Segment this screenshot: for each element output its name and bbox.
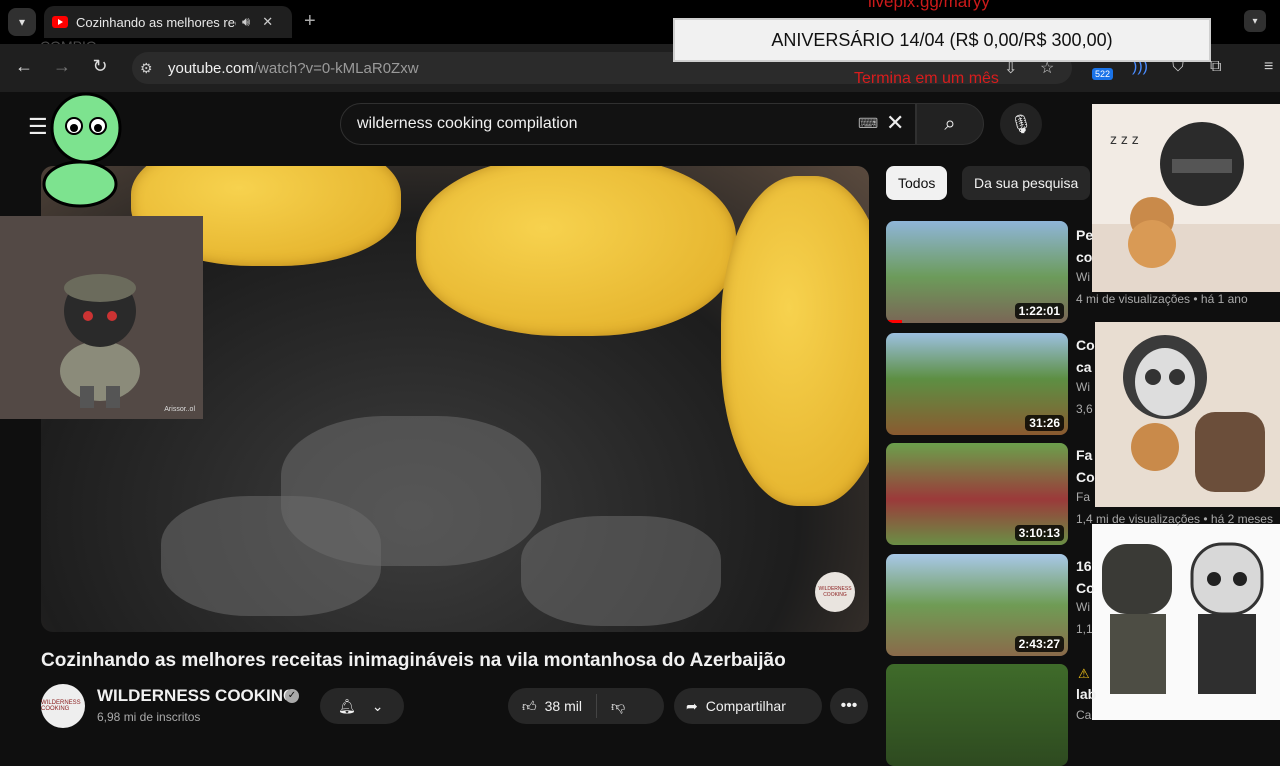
voice-search-button[interactable]: 🎙︎: [1000, 103, 1042, 145]
tab-title: Cozinhando as melhores receitas inimagin…: [76, 14, 236, 30]
rec-channel: Fa: [1076, 490, 1091, 504]
sticker-soldier-sad: Arissor..ol: [0, 216, 203, 419]
dislike-button[interactable]: 👎︎: [597, 698, 639, 715]
rec-title[interactable]: 16 Co: [1076, 555, 1095, 599]
puzzle-icon[interactable]: ⧉: [1210, 58, 1221, 76]
video-duration: 2:43:27: [1014, 636, 1064, 652]
video-duration: 1:22:01: [1014, 303, 1064, 319]
search-icon: ⌕: [944, 112, 956, 135]
sticker-sleeping-soldier: z z z: [1092, 104, 1280, 292]
overlay-ends-text: Termina em um mês: [854, 70, 999, 87]
share-button[interactable]: ➦ Compartilhar: [674, 688, 822, 724]
sticker-green-creature: [40, 88, 130, 210]
video-title: Cozinhando as melhores receitas inimagin…: [41, 650, 786, 671]
share-label: Compartilhar: [705, 698, 786, 714]
green-creature-icon: [42, 92, 122, 208]
rec-channel: Wi: [1076, 600, 1090, 614]
rec-meta: 3,6: [1076, 402, 1093, 416]
sleeping-ghost-icon: [1095, 322, 1280, 507]
chip-from-search[interactable]: Da sua pesquisa: [962, 166, 1091, 200]
close-tab-icon[interactable]: ✕: [262, 14, 273, 30]
warning-icon: ⚠: [1078, 666, 1090, 681]
tab-search-button[interactable]: ▾: [8, 8, 36, 36]
rec-thumbnail[interactable]: 3:10:13: [886, 443, 1068, 545]
notification-subscription-button[interactable]: 🔔︎ ⌄: [320, 688, 404, 724]
sticker-signature: Arissor..ol: [164, 406, 195, 413]
rec-meta: 1,1: [1076, 622, 1093, 636]
rec-title[interactable]: Pe co: [1076, 224, 1093, 268]
subscriber-count: 6,98 mi de inscritos: [97, 710, 201, 724]
search-query: wilderness cooking compilation: [357, 115, 578, 132]
bread-shape: [416, 166, 736, 336]
back-button[interactable]: ←: [12, 56, 36, 77]
channel-avatar-text: WILDERNESS COOKING: [41, 700, 81, 712]
bell-icon: 🔔︎: [338, 697, 356, 714]
site-info-icon[interactable]: ⚙: [140, 60, 162, 77]
rec-title[interactable]: Fa Co: [1076, 444, 1095, 488]
youtube-favicon-icon: [52, 16, 68, 28]
ash-pile: [161, 496, 381, 616]
ash-pile: [521, 516, 721, 626]
sleeping-soldier-icon: z z z: [1092, 122, 1280, 292]
channel-name[interactable]: WILDERNESS COOKING: [97, 686, 296, 706]
overlay-donation-url: livepix.gg/maryy: [868, 0, 990, 11]
share-arrow-icon: ➦: [686, 697, 698, 714]
like-count: 38 mil: [544, 698, 582, 714]
search-input[interactable]: wilderness cooking compilation: [340, 103, 916, 145]
video-duration: 31:26: [1025, 415, 1064, 431]
chip-all[interactable]: Todos: [886, 166, 948, 200]
like-button[interactable]: 👍︎ 38 mil: [508, 694, 597, 718]
channel-avatar[interactable]: WILDERNESS COOKING: [41, 684, 85, 728]
rec-thumbnail[interactable]: [886, 664, 1068, 766]
sticker-sleeping-ghost: [1095, 322, 1280, 507]
browser-tab[interactable]: Cozinhando as melhores receitas inimagin…: [44, 6, 292, 38]
keyboard-icon[interactable]: ⌨: [858, 115, 878, 132]
chevron-down-icon: ⌄: [371, 697, 384, 714]
menu-icon[interactable]: ≡: [1264, 58, 1273, 76]
rec-thumbnail[interactable]: 2:43:27: [886, 554, 1068, 656]
sticker-two-soldiers: [1092, 524, 1280, 720]
overlay-goal-text: ANIVERSÁRIO 14/04 (R$ 0,00/R$ 300,00): [771, 29, 1113, 50]
rec-thumbnail[interactable]: 31:26: [886, 333, 1068, 435]
rec-meta: 1,4 mi de visualizações • há 2 meses: [1076, 512, 1273, 526]
extension-badge[interactable]: 522: [1092, 68, 1114, 80]
channel-watermark[interactable]: WILDERNESS COOKING: [815, 572, 855, 612]
verified-check-icon: ✓: [285, 689, 299, 703]
url-host: youtube.com: [168, 59, 254, 77]
overlay-goal-banner: ANIVERSÁRIO 14/04 (R$ 0,00/R$ 300,00): [673, 18, 1211, 62]
rec-channel: Wi: [1076, 270, 1090, 284]
watched-progress-bar: [886, 320, 902, 323]
two-soldiers-icon: [1102, 542, 1264, 694]
microphone-icon: 🎙︎: [1009, 113, 1033, 134]
like-dislike-group: 👍︎ 38 mil 👎︎: [508, 688, 664, 724]
rec-title[interactable]: lab: [1076, 686, 1096, 702]
rec-title[interactable]: Co ca: [1076, 334, 1095, 378]
reload-button[interactable]: ↻: [88, 56, 112, 77]
clear-search-icon[interactable]: ✕: [886, 110, 904, 136]
speaker-icon[interactable]: 🔊︎: [242, 14, 250, 30]
search-button[interactable]: ⌕: [916, 103, 984, 145]
forward-button[interactable]: →: [50, 56, 74, 77]
bread-shape: [721, 176, 869, 506]
svg-text:z z z: z z z: [1110, 131, 1139, 147]
rec-channel: Wi: [1076, 380, 1090, 394]
thumbs-up-icon: 👍︎: [522, 697, 537, 714]
rec-thumbnail[interactable]: 1:22:01: [886, 221, 1068, 323]
window-menu-button[interactable]: ▾: [1244, 10, 1266, 32]
url-path: /watch?v=0-kMLaR0Zxw: [253, 59, 419, 77]
rec-meta: 4 mi de visualizações • há 1 ano: [1076, 292, 1248, 306]
thumbs-down-icon: 👎︎: [611, 697, 626, 714]
more-dots-icon: •••: [840, 697, 858, 714]
video-duration: 3:10:13: [1014, 525, 1064, 541]
soldier-sticker-icon: [60, 274, 140, 408]
new-tab-button[interactable]: +: [304, 10, 316, 32]
more-actions-button[interactable]: •••: [830, 688, 868, 724]
